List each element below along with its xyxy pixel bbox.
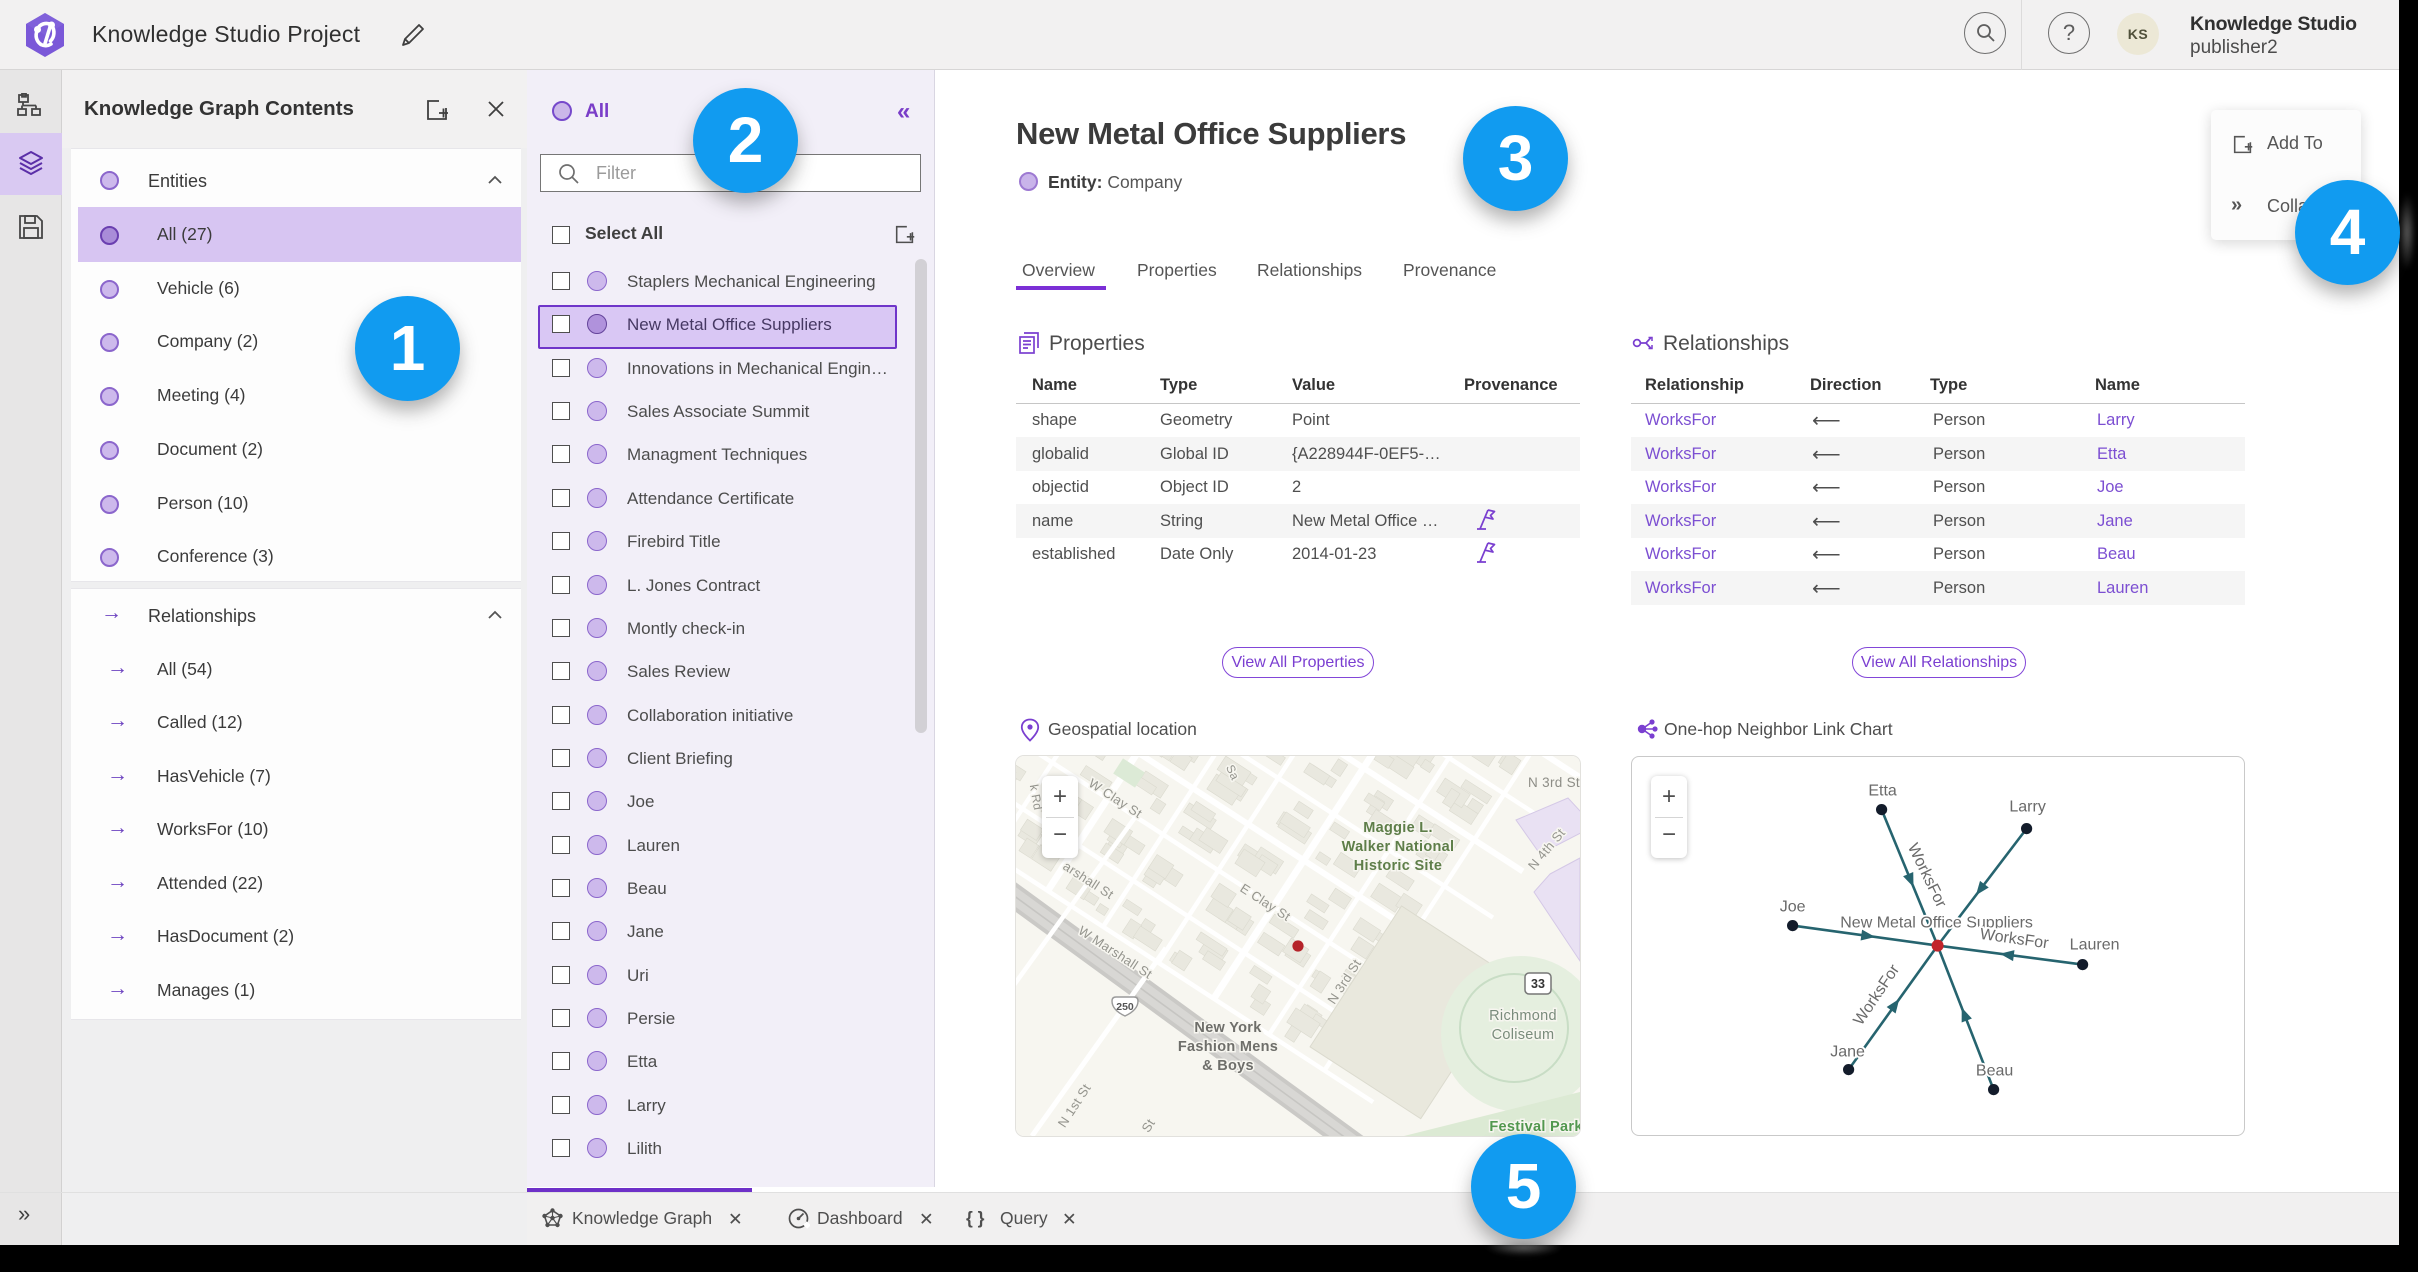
svg-text:Coliseum: Coliseum — [1492, 1027, 1555, 1043]
svg-text:Jane: Jane — [1830, 1044, 1865, 1061]
svg-text:Larry: Larry — [2009, 799, 2045, 816]
svg-text:Etta: Etta — [1868, 783, 1897, 800]
svg-text:33: 33 — [1531, 977, 1545, 991]
svg-text:Fashion Mens: Fashion Mens — [1178, 1039, 1278, 1055]
svg-text:New York: New York — [1194, 1020, 1262, 1036]
svg-text:250: 250 — [1116, 1001, 1134, 1013]
svg-text:& Boys: & Boys — [1202, 1058, 1254, 1074]
svg-text:Joe: Joe — [1780, 899, 1806, 916]
svg-text:Maggie L.: Maggie L. — [1363, 820, 1433, 836]
svg-text:WorksFor: WorksFor — [1979, 926, 2050, 953]
svg-text:Beau: Beau — [1976, 1063, 2013, 1080]
svg-text:Lauren: Lauren — [2070, 937, 2120, 954]
svg-text:Richmond: Richmond — [1489, 1008, 1557, 1024]
svg-text:Historic Site: Historic Site — [1354, 858, 1443, 874]
svg-text:Walker National: Walker National — [1342, 839, 1455, 855]
svg-text:Festival Park: Festival Park — [1489, 1119, 1580, 1135]
svg-text:N 3rd St: N 3rd St — [1528, 775, 1580, 790]
svg-text:WorksFor: WorksFor — [1851, 961, 1904, 1028]
